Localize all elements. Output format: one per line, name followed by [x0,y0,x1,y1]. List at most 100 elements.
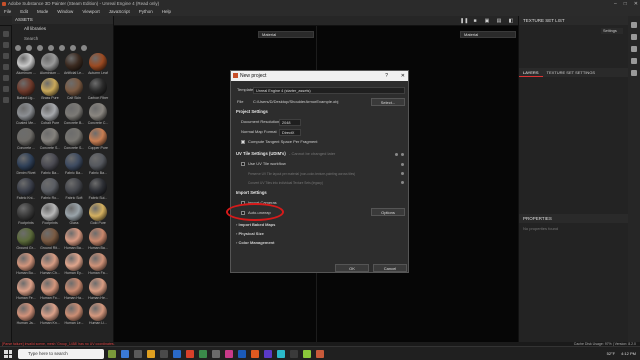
asset-tile[interactable]: Aluminum ... [15,53,37,77]
menu-edit[interactable]: Edit [20,8,28,16]
normal-map-format-select[interactable]: DirectX [279,129,301,136]
color-management-section[interactable]: › Color Management [236,240,274,246]
camera-icon[interactable]: ■ [472,18,478,24]
asset-tile[interactable]: Ground Rit... [39,228,61,252]
eraser-tool-icon[interactable] [3,42,9,48]
asset-tile[interactable]: Baked Lig... [15,78,37,102]
close-dialog-button[interactable]: ✕ [401,71,405,81]
asset-tile[interactable]: Copper Pure [87,128,109,152]
menu-mode[interactable]: Mode [37,8,48,16]
asset-tile[interactable]: Gold Pure [87,203,109,227]
asset-tile[interactable]: Brass Pure [39,78,61,102]
texture-set-settings-select[interactable]: Settings [601,28,623,34]
asset-tile[interactable]: Concrete S... [63,128,85,152]
paint-tool-icon[interactable] [3,31,9,37]
asset-tile[interactable]: Fabric Soft [63,178,85,202]
maximize-button[interactable]: □ [624,0,627,8]
asset-tile[interactable]: Human Ja... [15,303,37,327]
menu-file[interactable]: File [4,8,11,16]
asset-tile[interactable]: Concrete B... [63,103,85,127]
info-icon[interactable] [401,163,404,166]
asset-tile[interactable]: Denim Rivet [15,153,37,177]
asset-tile[interactable]: Human Fa... [87,253,109,277]
histories-icon[interactable] [631,70,637,76]
asset-tile[interactable]: Coated Me... [15,103,37,127]
asset-tile[interactable]: Artificial Le... [63,53,85,77]
cancel-button[interactable]: Cancel [373,264,407,272]
asset-tile[interactable]: Human Le... [63,303,85,327]
asset-tile[interactable]: Human Ey... [63,253,85,277]
taskbar-app-icon[interactable] [212,350,220,358]
info-icon[interactable] [401,153,404,156]
viewport-mode-select-left[interactable]: Material [258,31,314,38]
windows-start-icon[interactable] [4,350,12,358]
clock[interactable]: 4:12 PM [621,347,636,360]
asset-tile[interactable]: Glass [63,203,85,227]
asset-tile[interactable]: Fabric Sui... [87,178,109,202]
taskbar-app-icon[interactable] [277,350,285,358]
asset-tile[interactable]: Concrete ... [15,128,37,152]
taskbar-app-icon[interactable] [316,350,324,358]
filter-materials-icon[interactable] [26,45,32,51]
screenshot-icon[interactable]: ▣ [484,18,490,24]
uv-option-convert[interactable]: Convert UV Tiles into individual Texture… [248,180,323,186]
taskbar-app-icon[interactable] [264,350,272,358]
asset-tile[interactable]: Autumn Leaf [87,53,109,77]
document-resolution-select[interactable]: 2048 [279,119,301,126]
display-icon[interactable]: ▤ [496,18,502,24]
uv-option-preserve[interactable]: Preserve UV Tile layout per material (no… [248,171,355,177]
render-icon[interactable]: ◧ [508,18,514,24]
tab-texture-set-settings[interactable]: TEXTURE SET SETTINGS [543,68,600,77]
asset-tile[interactable]: Human Fo... [39,278,61,302]
asset-tile[interactable]: Aluminium ... [39,53,61,77]
menu-help[interactable]: Help [162,8,171,16]
asset-tile[interactable]: Human Ba... [87,228,109,252]
asset-tile[interactable]: Human Ch... [39,253,61,277]
display-settings-icon[interactable] [631,34,637,40]
projection-tool-icon[interactable] [3,53,9,59]
taskbar-app-icon[interactable] [186,350,194,358]
texture-set-icon[interactable] [631,22,637,28]
smudge-tool-icon[interactable] [3,75,9,81]
asset-tile[interactable]: Fabric Kni... [15,178,37,202]
asset-tile[interactable]: Human Ba... [63,228,85,252]
tangent-space-checkbox[interactable] [241,140,245,144]
asset-tile[interactable]: Concrete C... [87,103,109,127]
filter-smart-materials-icon[interactable] [37,45,43,51]
taskbar-app-icon[interactable] [290,350,298,358]
filter-more-icon[interactable] [81,45,87,51]
taskbar-app-icon[interactable] [160,350,168,358]
filter-textures-icon[interactable] [48,45,54,51]
asset-tile[interactable]: Carbon Fiber [87,78,109,102]
library-selector[interactable]: All libraries [12,24,113,34]
clone-tool-icon[interactable] [3,86,9,92]
taskbar-search-input[interactable]: Type here to search [18,349,104,359]
asset-tile[interactable]: Human Li... [87,303,109,327]
taskbar-app-icon[interactable] [303,350,311,358]
asset-tile[interactable]: Fabric Ba... [87,153,109,177]
asset-tile[interactable]: Concrete S... [39,128,61,152]
color-picker-icon[interactable] [3,97,9,103]
menu-javascript[interactable]: JavaScript [109,8,130,16]
asset-tile[interactable]: Ground Gr... [15,228,37,252]
import-baked-maps-section[interactable]: › Import Baked Maps [236,222,275,228]
close-window-button[interactable]: ✕ [634,0,638,8]
taskbar-app-icon[interactable] [134,350,142,358]
help-button[interactable]: ? [385,71,388,81]
taskbar-app-icon[interactable] [108,350,116,358]
ok-button[interactable]: OK [335,264,369,272]
asset-tile[interactable]: Human Bu... [15,253,37,277]
select-file-button[interactable]: Select... [371,98,405,106]
asset-tile[interactable]: Cobalt Pure [39,103,61,127]
taskbar-app-icon[interactable] [225,350,233,358]
filter-brushes-icon[interactable] [59,45,65,51]
unwrap-options-button[interactable]: Options [371,208,405,216]
assets-search-input[interactable]: Search [12,34,113,43]
shader-settings-icon[interactable] [631,46,637,52]
menu-window[interactable]: Window [57,8,73,16]
taskbar-app-icon[interactable] [238,350,246,358]
asset-tile[interactable]: Fabric Ro... [39,178,61,202]
filter-all-icon[interactable] [15,45,21,51]
asset-tile[interactable]: Fabric Ba... [63,153,85,177]
pause-icon[interactable]: ❚❚ [460,18,468,24]
